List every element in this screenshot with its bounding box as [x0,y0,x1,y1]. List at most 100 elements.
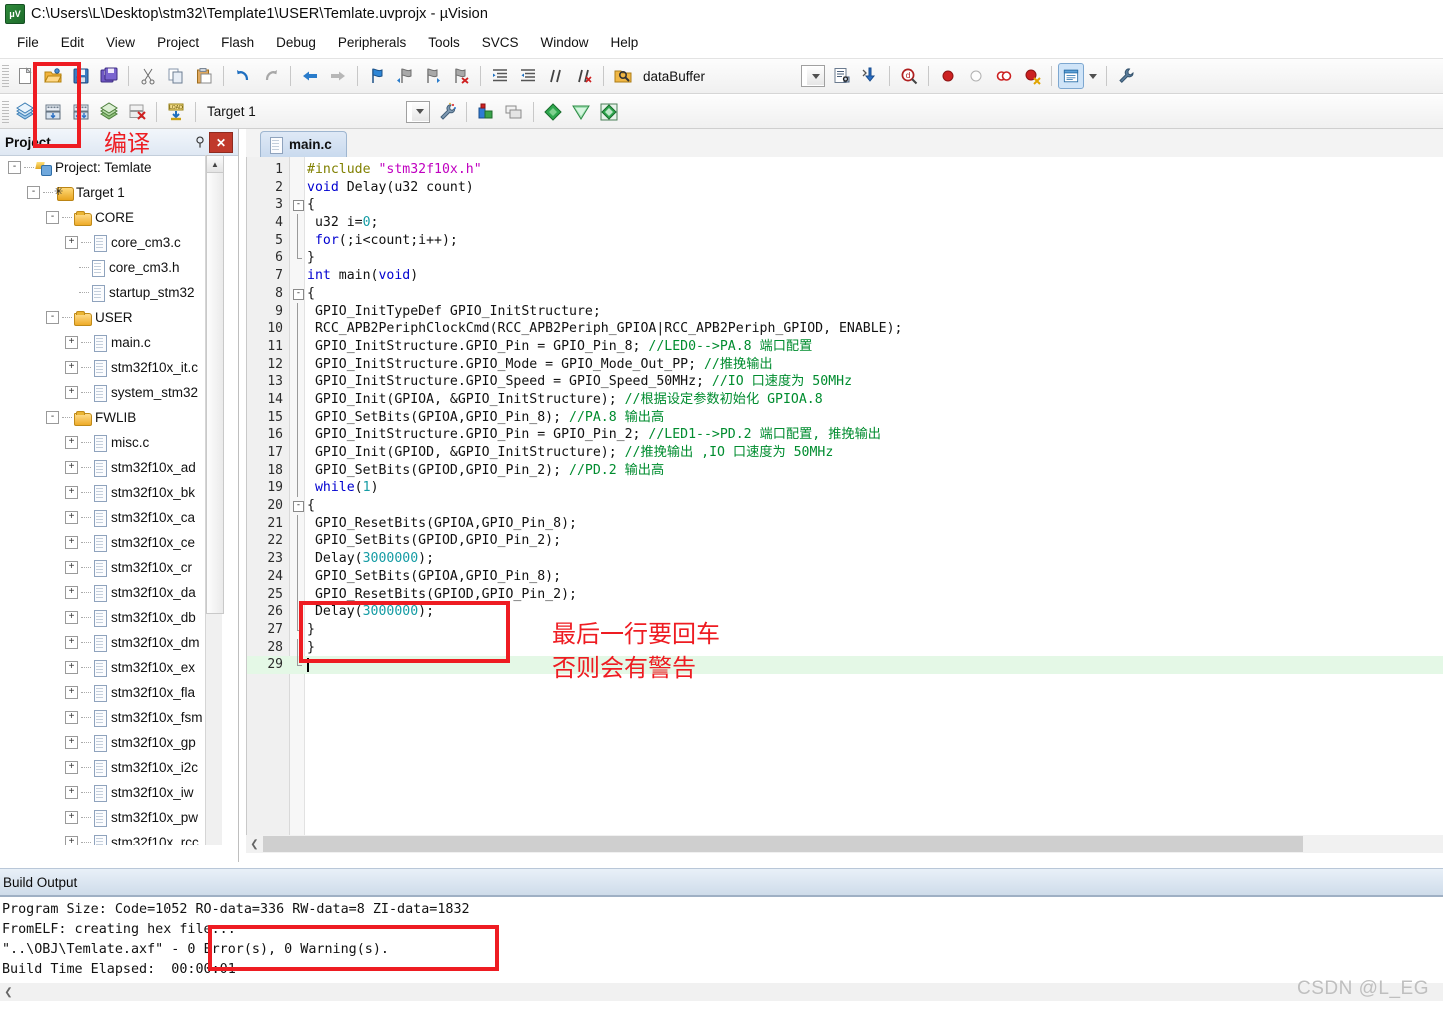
rebuild-all-icon[interactable] [68,99,94,125]
tree-expand-icon[interactable]: + [65,386,78,399]
find-icon[interactable]: d [896,63,922,89]
tree-expand-icon[interactable]: + [65,436,78,449]
chevron-down-icon[interactable] [411,102,429,121]
tree-item-stm32f10x-pw[interactable]: + stm32f10x_pw [0,805,222,830]
code-line[interactable]: 17 GPIO_Init(GPIOD, &GPIO_InitStructure)… [247,444,1443,462]
tree-item-stm32f10x-ad[interactable]: + stm32f10x_ad [0,455,222,480]
tree-item-stm32f10x-db[interactable]: + stm32f10x_db [0,605,222,630]
tree-expand-icon[interactable]: + [65,611,78,624]
chevron-down-icon[interactable] [807,67,825,85]
code-line[interactable]: 22 GPIO_SetBits(GPIOD,GPIO_Pin_2); [247,532,1443,551]
tree-expand-icon[interactable]: + [65,811,78,824]
breakpoint-icon[interactable] [935,63,961,89]
code-line[interactable]: 9 GPIO_InitTypeDef GPIO_InitStructure; [247,302,1443,321]
code-line[interactable]: 7 int main(void) [247,267,1443,285]
code-line[interactable]: 14 GPIO_Init(GPIOA, &GPIO_InitStructure)… [247,390,1443,409]
find-combo-value[interactable]: dataBuffer [637,69,705,84]
build-target-icon[interactable] [40,99,66,125]
code-line[interactable]: 6} [247,249,1443,267]
breakpoint-disable-icon[interactable] [963,63,989,89]
browse-symbol-icon[interactable] [829,63,855,89]
outdent-icon[interactable] [515,63,541,89]
undo-icon[interactable] [230,63,256,89]
comment-icon[interactable] [543,63,569,89]
target-combo-dropdown[interactable] [405,100,430,123]
build-output-body[interactable]: Program Size: Code=1052 RO-data=336 RW-d… [0,897,1443,985]
tree-item-stm32f10x-ex[interactable]: + stm32f10x_ex [0,655,222,680]
manage-windows-icon[interactable] [1058,63,1085,89]
tree-collapse-icon[interactable]: - [46,211,59,224]
tree-expand-icon[interactable]: + [65,336,78,349]
manage-windows-dropdown-icon[interactable] [1086,63,1100,89]
code-line[interactable]: 13 GPIO_InitStructure.GPIO_Speed = GPIO_… [247,373,1443,391]
scroll-thumb-horizontal[interactable] [263,836,1303,852]
scroll-left-arrow-icon[interactable]: ❮ [0,984,17,1001]
menu-bar[interactable]: File Edit View Project Flash Debug Perip… [0,29,1443,56]
stop-build-icon[interactable] [124,99,150,125]
tree-item-system-stm32[interactable]: + system_stm32 [0,380,222,405]
close-icon[interactable]: ✕ [209,132,233,153]
translate-file-icon[interactable] [12,99,38,125]
menu-item-project[interactable]: Project [146,32,210,53]
tab-main-c[interactable]: main.c [260,131,347,157]
goto-definition-icon[interactable] [857,63,883,89]
tree-item-startup-stm32[interactable]: startup_stm32 [0,280,222,305]
code-line[interactable]: 25 GPIO_ResetBits(GPIOD,GPIO_Pin_2); [247,585,1443,604]
code-line[interactable]: 12 GPIO_InitStructure.GPIO_Mode = GPIO_M… [247,355,1443,374]
build-toolbar[interactable]: LOAD Target 1 [0,95,1443,129]
download-icon[interactable]: LOAD [163,99,189,125]
uncomment-icon[interactable] [571,63,597,89]
tree-item-stm32f10x-fla[interactable]: + stm32f10x_fla [0,680,222,705]
new-file-icon[interactable] [12,63,38,89]
tree-item-core[interactable]: - CORE [0,205,222,230]
tree-expand-icon[interactable]: + [65,661,78,674]
batch-build-icon[interactable] [96,99,122,125]
tree-item-stm32f10x-rcc[interactable]: + stm32f10x_rcc [0,830,222,845]
cut-icon[interactable] [135,63,161,89]
pin-icon[interactable]: ⚲ [192,133,208,151]
code-line[interactable]: 10 RCC_APB2PeriphClockCmd(RCC_APB2Periph… [247,320,1443,338]
find-in-files-icon[interactable] [610,63,636,89]
indent-icon[interactable] [487,63,513,89]
find-combo-dropdown[interactable] [801,65,826,87]
tree-item-stm32f10x-ce[interactable]: + stm32f10x_ce [0,530,222,555]
navigate-forward-icon[interactable] [325,63,351,89]
tree-item-stm32f10x-cr[interactable]: + stm32f10x_cr [0,555,222,580]
bookmark-toggle-icon[interactable] [364,63,390,89]
menu-item-flash[interactable]: Flash [210,32,265,53]
tree-item-stm32f10x-fsm[interactable]: + stm32f10x_fsm [0,705,222,730]
tree-item-fwlib[interactable]: - FWLIB [0,405,222,430]
tree-item-stm32f10x-i2c[interactable]: + stm32f10x_i2c [0,755,222,780]
save-icon[interactable] [68,63,94,89]
code-editor[interactable]: 1 #include "stm32f10x.h" 2 void Delay(u32 c… [246,157,1443,835]
tree-expand-icon[interactable]: + [65,786,78,799]
code-line[interactable]: 23 Delay(3000000); [247,550,1443,568]
fold-collapse-icon[interactable]: - [293,501,304,513]
scroll-up-arrow-icon[interactable]: ▲ [206,155,224,173]
tree-expand-icon[interactable]: + [65,586,78,599]
tree-expand-icon[interactable]: + [65,686,78,699]
tree-expand-icon[interactable]: + [65,561,78,574]
tree-expand-icon[interactable]: + [65,486,78,499]
menu-item-help[interactable]: Help [600,32,650,53]
tree-item-stm32f10x-iw[interactable]: + stm32f10x_iw [0,780,222,805]
manage-run-time-env-icon[interactable] [501,99,527,125]
menu-item-window[interactable]: Window [529,32,599,53]
redo-icon[interactable] [258,63,284,89]
code-line[interactable]: 19 while(1) [247,479,1443,498]
code-line[interactable]: 28} [247,638,1443,657]
menu-item-edit[interactable]: Edit [50,32,95,53]
code-line[interactable]: 21 GPIO_ResetBits(GPIOA,GPIO_Pin_8); [247,514,1443,533]
open-file-icon[interactable] [40,63,66,89]
bookmark-next-icon[interactable] [420,63,446,89]
editor-horizontal-scrollbar[interactable]: ❮ [246,835,1443,853]
code-line[interactable]: 26 Delay(3000000); [247,603,1443,621]
tree-expand-icon[interactable]: + [65,636,78,649]
breakpoint-kill-all-icon[interactable] [991,63,1017,89]
tree-item-stm32f10x-da[interactable]: + stm32f10x_da [0,580,222,605]
tree-item-stm32f10x-dm[interactable]: + stm32f10x_dm [0,630,222,655]
tree-expand-icon[interactable]: + [65,536,78,549]
tree-item-user[interactable]: - USER [0,305,222,330]
select-software-packs-icon[interactable] [568,99,594,125]
tree-item-stm32f10x-ca[interactable]: + stm32f10x_ca [0,505,222,530]
